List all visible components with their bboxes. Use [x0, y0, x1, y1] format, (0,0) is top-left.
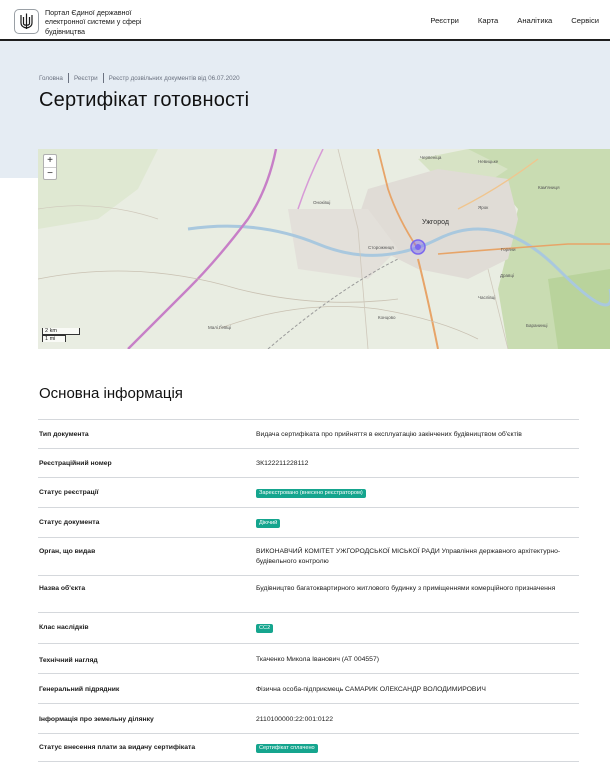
- map-place-label: Горяни: [501, 247, 516, 252]
- map-place-label: Дравці: [500, 273, 514, 278]
- main-nav: Реєстри Карта Аналітика Сервіси: [430, 16, 599, 25]
- row-label: Статус внесення плати за видачу сертифік…: [39, 744, 196, 751]
- info-row: Інформація про земельну ділянку 21101000…: [38, 704, 579, 734]
- row-label: Назва об'єкта: [39, 585, 86, 592]
- row-value: Сертифікат сплачено: [256, 743, 576, 753]
- map-tiles[interactable]: Ужгород Червеніца Невицьке Кам'яниця Оно…: [38, 149, 610, 349]
- breadcrumb-separator: [67, 73, 69, 83]
- map-place-label: Часлівці: [478, 295, 495, 300]
- page-title: Сертифікат готовності: [39, 89, 250, 111]
- row-value: Будівництво багатоквартирного житлового …: [256, 585, 556, 592]
- scale-km: 2 km: [42, 328, 80, 335]
- info-row: Статус реєстрації Зареєстровано (внесено…: [38, 478, 579, 508]
- row-value: 2110100000:22:001:0122: [256, 716, 333, 723]
- breadcrumb: Головна Реєстри Реєстр дозвільних докуме…: [39, 73, 240, 83]
- breadcrumb-home[interactable]: Головна: [39, 75, 63, 82]
- info-row: Орган, що видав ВИКОНАВЧИЙ КОМІТЕТ УЖГОР…: [38, 538, 579, 576]
- row-label: Інформація про земельну ділянку: [39, 716, 154, 723]
- map-place-label: Червеніца: [420, 155, 442, 160]
- payment-status-badge: Сертифікат сплачено: [256, 744, 318, 753]
- breadcrumb-registries[interactable]: Реєстри: [74, 75, 98, 82]
- nav-map[interactable]: Карта: [478, 16, 498, 25]
- nav-services[interactable]: Сервіси: [571, 16, 599, 25]
- portal-name[interactable]: Портал Єдиної державної електронної сист…: [45, 8, 165, 36]
- info-row: Тип документа Видача сертифіката про при…: [38, 420, 579, 449]
- info-row: Клас наслідків СС2: [38, 613, 579, 644]
- row-value: Діючий: [256, 518, 576, 528]
- info-row: Генеральний підрядник Фізична особа-підп…: [38, 674, 579, 704]
- section-title: Основна інформація: [39, 385, 183, 402]
- row-label: Технічний нагляд: [39, 657, 98, 664]
- row-value: ЗК122211228112: [256, 460, 309, 467]
- info-table: Тип документа Видача сертифіката про при…: [38, 419, 579, 762]
- trident-logo-icon[interactable]: [14, 9, 39, 34]
- scale-mi: 1 mi: [42, 335, 66, 342]
- zoom-out-button[interactable]: −: [44, 167, 56, 179]
- map-place-label: Кам'яниця: [538, 185, 560, 190]
- breadcrumb-current[interactable]: Реєстр дозвільних документів від 06.07.2…: [109, 75, 240, 82]
- row-value: ВИКОНАВЧИЙ КОМІТЕТ УЖГОРОДСЬКОЇ МІСЬКОЇ …: [256, 548, 561, 565]
- breadcrumb-separator: [102, 73, 104, 83]
- row-value: Фізична особа-підприємець САМАРИК ОЛЕКСА…: [256, 686, 486, 693]
- nav-analytics[interactable]: Аналітика: [517, 16, 552, 25]
- row-value: Зареєстровано (внесено реєстратором): [256, 488, 576, 498]
- site-header: Портал Єдиної державної електронної сист…: [0, 0, 610, 41]
- zoom-in-button[interactable]: +: [44, 155, 56, 167]
- map-place-label: Ярок: [478, 205, 488, 210]
- row-value: Видача сертифіката про прийняття в експл…: [256, 431, 522, 438]
- row-label: Статус документа: [39, 519, 100, 526]
- nav-registries[interactable]: Реєстри: [430, 16, 459, 25]
- row-label: Статус реєстрації: [39, 489, 99, 496]
- map-city-label: Ужгород: [422, 219, 449, 226]
- status-badge: Зареєстровано (внесено реєстратором): [256, 489, 366, 498]
- row-label: Тип документа: [39, 431, 89, 438]
- info-row: Технічний нагляд Ткаченко Микола Іванови…: [38, 644, 579, 674]
- map-place-label: Баранинці: [526, 323, 548, 328]
- info-row: Статус внесення плати за видачу сертифік…: [38, 734, 579, 762]
- info-row: Статус документа Діючий: [38, 508, 579, 538]
- map-place-label: Сторожниця: [368, 245, 394, 250]
- class-badge: СС2: [256, 624, 274, 633]
- map-place-label: Оноківці: [313, 200, 330, 205]
- map-place-label: Малі Ґеївці: [208, 323, 231, 330]
- info-row: Назва об'єкта Будівництво багатоквартирн…: [38, 576, 579, 613]
- row-value: Ткаченко Микола Іванович (АТ 004557): [256, 656, 379, 663]
- row-value: СС2: [256, 623, 576, 633]
- map-scale: 2 km 1 mi: [42, 328, 80, 342]
- row-label: Генеральний підрядник: [39, 686, 120, 693]
- row-label: Клас наслідків: [39, 624, 89, 631]
- info-row: Реєстраційний номер ЗК122211228112: [38, 449, 579, 478]
- map-place-label: Невицьке: [478, 159, 499, 164]
- map-zoom-control: + −: [43, 154, 57, 180]
- row-label: Орган, що видав: [39, 548, 96, 555]
- status-badge: Діючий: [256, 519, 281, 528]
- location-map[interactable]: Ужгород Червеніца Невицьке Кам'яниця Оно…: [38, 149, 610, 349]
- row-label: Реєстраційний номер: [39, 460, 112, 467]
- map-place-label: Концово: [378, 315, 396, 320]
